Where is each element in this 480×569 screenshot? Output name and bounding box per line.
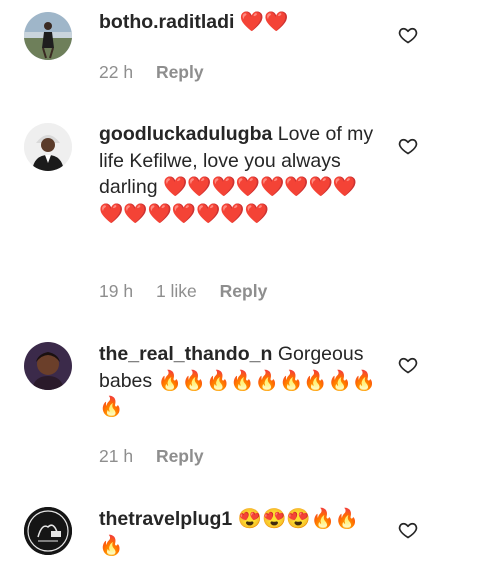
avatar[interactable] [24,123,72,171]
heart-outline-icon[interactable] [398,355,418,375]
comment-time: 22 h [99,62,134,82]
avatar[interactable] [24,12,72,60]
comment-text: goodluckadulugba Love of my life Kefilwe… [99,121,377,227]
comment-text: botho.raditladi ❤️❤️ [99,9,377,36]
heart-outline-icon[interactable] [398,25,418,45]
comment-body: ❤️❤️ [239,11,289,33]
comment-time: 19 h [99,281,134,301]
comment-meta: 19 h 1 like Reply [99,281,285,302]
reply-button[interactable]: Reply [220,281,268,301]
comment-time: 21 h [99,446,134,466]
heart-outline-icon[interactable] [398,520,418,540]
comment-username[interactable]: goodluckadulugba [99,123,272,145]
heart-outline-icon[interactable] [398,136,418,156]
avatar[interactable] [24,507,72,555]
reply-button[interactable]: Reply [156,446,204,466]
comment-text: the_real_thando_n Gorgeous babes 🔥🔥🔥🔥🔥🔥🔥… [99,341,377,421]
comment-text: thetravelplug1 😍😍😍🔥🔥🔥 [99,506,377,559]
reply-button[interactable]: Reply [156,62,204,82]
avatar[interactable] [24,342,72,390]
comment-meta: 22 h Reply [99,62,222,83]
comment-username[interactable]: the_real_thando_n [99,343,272,365]
comment-meta: 21 h Reply [99,446,222,467]
comment-like-count[interactable]: 1 like [156,281,197,301]
comment-username[interactable]: botho.raditladi [99,11,234,33]
comment-username[interactable]: thetravelplug1 [99,508,232,530]
